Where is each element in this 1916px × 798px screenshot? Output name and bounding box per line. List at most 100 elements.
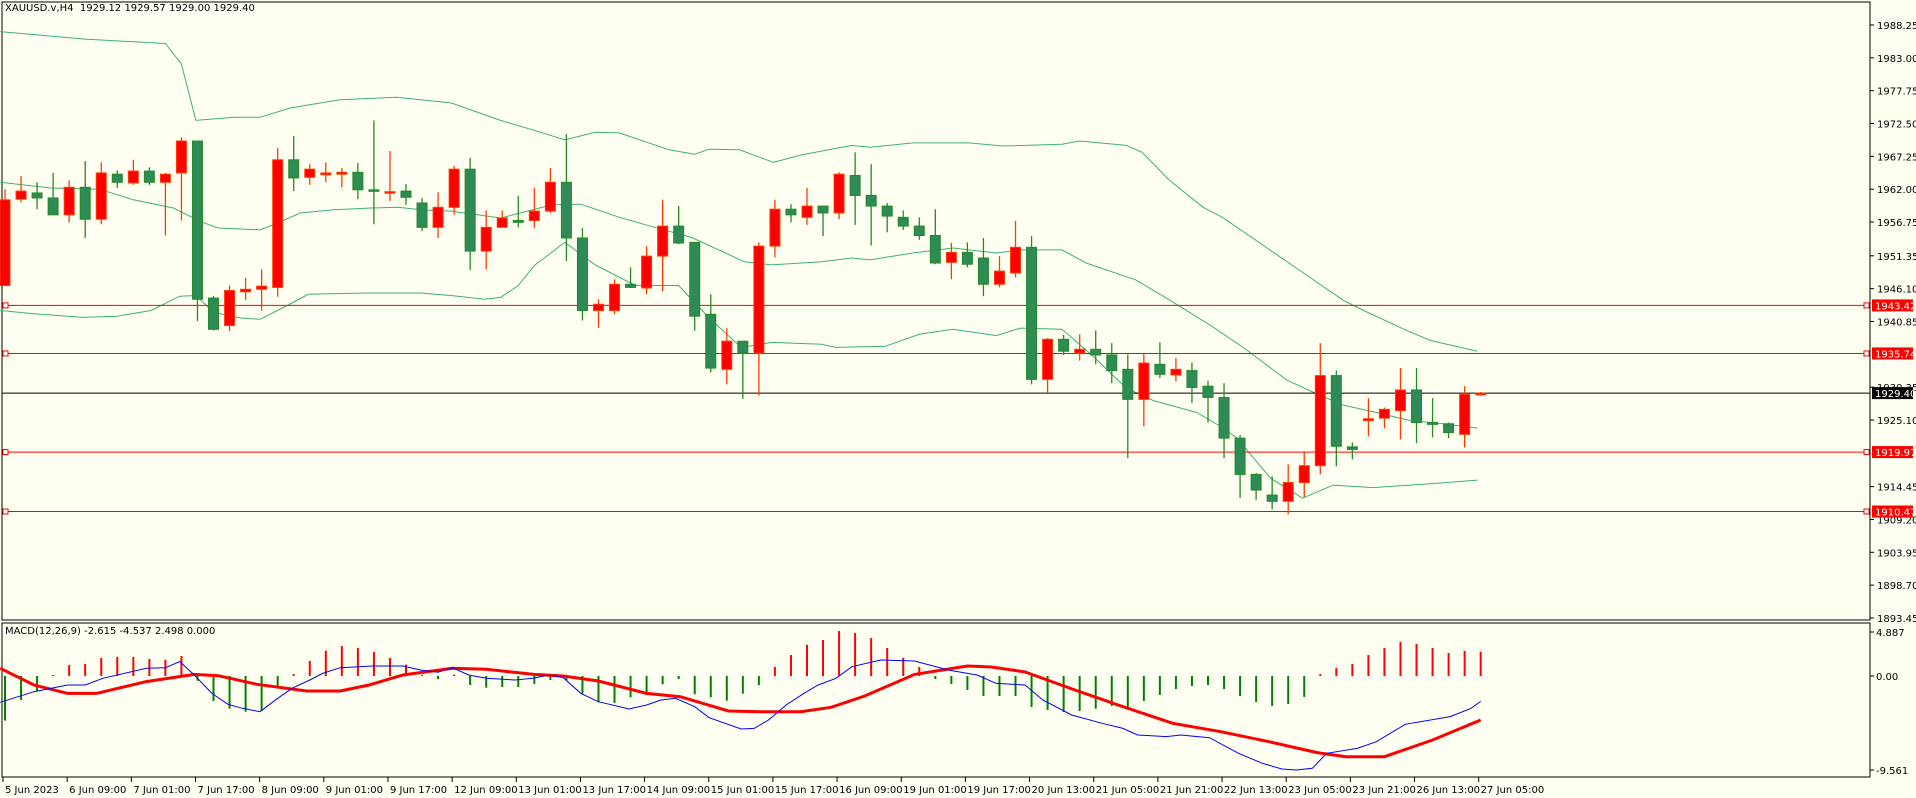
candle-body — [1202, 385, 1214, 398]
level-price-label: 1910.47 — [1875, 508, 1916, 519]
candle-body — [432, 206, 444, 228]
time-label: 9 Jun 01:00 — [326, 785, 383, 796]
candle-body — [528, 210, 540, 221]
candle-body — [801, 205, 813, 218]
candle — [897, 210, 909, 230]
price-chart[interactable]: 1988.25 1983.00 1977.75 1972.50 1967.25 1962.… — [0, 0, 1916, 798]
candle — [111, 170, 123, 188]
candle-body — [1427, 422, 1439, 425]
candle — [625, 267, 637, 289]
price-tick-label: 1962.00 — [1877, 185, 1916, 196]
candle-body — [544, 181, 556, 212]
candle — [560, 134, 572, 262]
candle — [769, 199, 781, 258]
candle — [448, 166, 460, 215]
horizontal-levels[interactable] — [2, 302, 1870, 515]
candle-body — [79, 186, 91, 220]
price-axis: 1988.25 1983.00 1977.75 1972.50 1967.25 1962.… — [1870, 21, 1916, 777]
candle — [544, 167, 556, 213]
time-label: 12 Jun 09:00 — [454, 785, 518, 796]
candle — [1042, 338, 1054, 393]
candle — [384, 151, 396, 202]
candle-body — [1122, 368, 1134, 400]
candle-body — [1362, 418, 1374, 422]
candle — [63, 180, 75, 223]
candle — [753, 242, 765, 396]
candle — [817, 205, 829, 237]
time-label: 5 Jun 2023 — [5, 785, 59, 796]
candle — [929, 209, 941, 265]
level-handle[interactable] — [2, 508, 9, 515]
time-label: 21 Jun 05:00 — [1096, 785, 1160, 796]
time-label: 8 Jun 09:00 — [262, 785, 319, 796]
candle — [159, 172, 171, 236]
candle-body — [897, 216, 909, 227]
candle-body — [1186, 370, 1198, 388]
level-handle[interactable] — [1863, 302, 1870, 309]
candle-body — [865, 194, 877, 207]
candle — [1138, 353, 1150, 427]
time-label: 13 Jun 01:00 — [518, 785, 582, 796]
candle-body — [1042, 338, 1054, 380]
candle — [1475, 392, 1487, 396]
candle-body — [191, 140, 203, 300]
level-handle[interactable] — [1863, 449, 1870, 456]
candle — [1010, 221, 1022, 278]
level-handle[interactable] — [1863, 350, 1870, 357]
candle-body — [689, 241, 701, 317]
candle — [224, 285, 236, 332]
level-handle[interactable] — [1863, 508, 1870, 515]
time-label: 20 Jun 13:00 — [1032, 785, 1096, 796]
candle-body — [721, 340, 733, 370]
time-label: 23 Jun 05:00 — [1288, 785, 1352, 796]
level-handle[interactable] — [2, 449, 9, 456]
candle — [961, 242, 973, 268]
candle — [1427, 398, 1439, 438]
price-tick-label: 1925.10 — [1877, 416, 1916, 427]
price-tick-label: 1951.35 — [1877, 252, 1916, 263]
candle-body — [1443, 423, 1455, 434]
level-handle[interactable] — [2, 350, 9, 357]
candle-body — [1266, 494, 1278, 502]
candle — [47, 172, 59, 216]
candle-body — [993, 270, 1005, 285]
price-tick-label: 1977.75 — [1877, 87, 1916, 98]
candle — [1154, 342, 1166, 379]
candle-body — [1411, 389, 1423, 424]
time-label: 19 Jun 17:00 — [967, 785, 1031, 796]
candle-body — [400, 190, 412, 198]
candle-body — [1378, 408, 1390, 419]
candle — [208, 296, 220, 331]
level-handle[interactable] — [2, 302, 9, 309]
candle — [576, 227, 588, 321]
candle — [609, 279, 621, 315]
candle — [175, 137, 187, 221]
candle-body — [592, 303, 604, 312]
candle-body — [15, 190, 27, 200]
candle-body — [657, 225, 669, 257]
price-tick-label: 1893.45 — [1877, 614, 1916, 625]
candle — [464, 157, 476, 270]
candle-body — [416, 202, 428, 228]
candle-body — [1090, 348, 1102, 356]
macd-tick-label: -9.561 — [1876, 766, 1908, 777]
price-tick-label: 1914.45 — [1877, 483, 1916, 494]
candle-body — [1250, 473, 1262, 491]
macd-indicator — [0, 630, 1482, 771]
time-label: 6 Jun 09:00 — [69, 785, 126, 796]
price-tick-label: 1972.50 — [1877, 120, 1916, 131]
price-tick-label: 1988.25 — [1877, 21, 1916, 32]
candle — [79, 161, 91, 238]
candle-body — [737, 340, 749, 354]
candle-body — [159, 173, 171, 183]
candle-body — [961, 251, 973, 265]
time-label: 9 Jun 17:00 — [390, 785, 447, 796]
candle — [191, 140, 203, 322]
candle — [592, 299, 604, 329]
candle-body — [256, 285, 268, 290]
candle-body — [512, 219, 524, 223]
candle — [801, 187, 813, 225]
time-label: 7 Jun 01:00 — [133, 785, 190, 796]
candle — [95, 162, 107, 225]
candle-body — [1330, 375, 1342, 447]
